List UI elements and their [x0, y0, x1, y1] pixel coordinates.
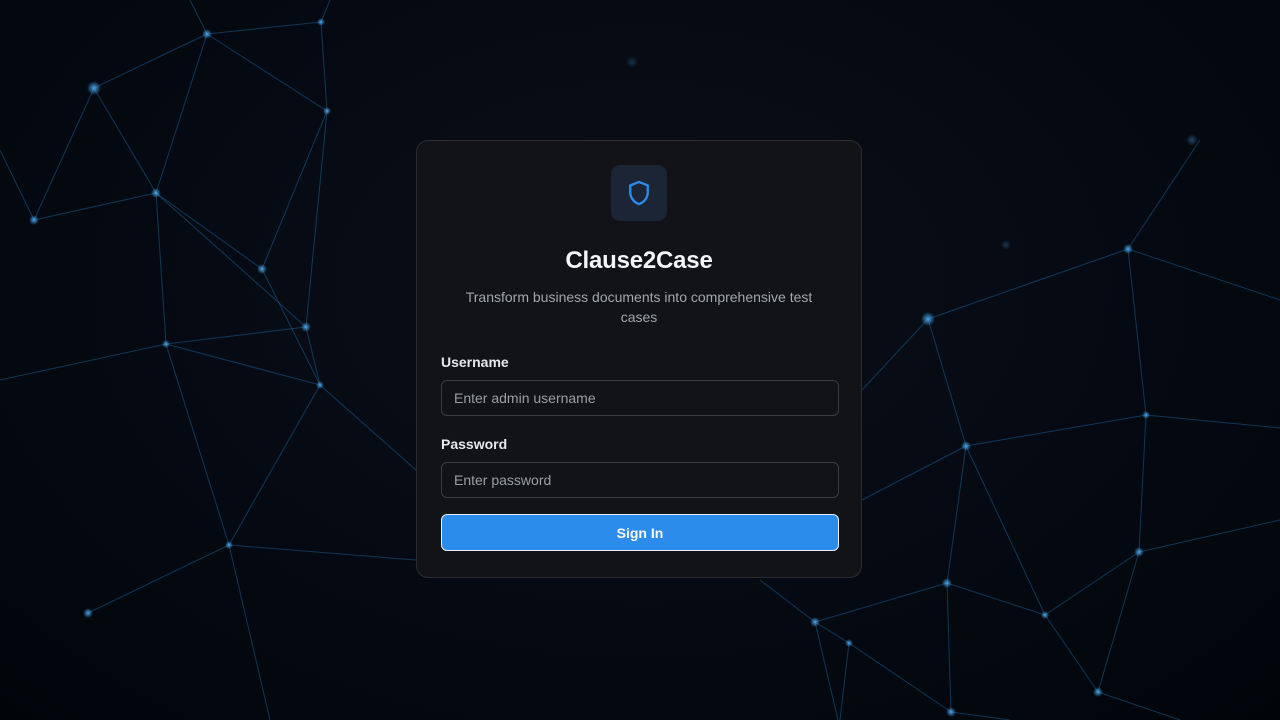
- sign-in-button[interactable]: Sign In: [441, 514, 839, 551]
- app-title: Clause2Case: [565, 247, 713, 274]
- login-card: Clause2Case Transform business documents…: [416, 140, 862, 578]
- shield-icon: [629, 180, 649, 206]
- username-input[interactable]: [441, 380, 839, 416]
- username-label: Username: [441, 354, 509, 370]
- password-input[interactable]: [441, 462, 839, 498]
- password-label: Password: [441, 436, 508, 452]
- app-subtitle: Transform business documents into compre…: [465, 289, 813, 325]
- logo-tile: [611, 165, 667, 221]
